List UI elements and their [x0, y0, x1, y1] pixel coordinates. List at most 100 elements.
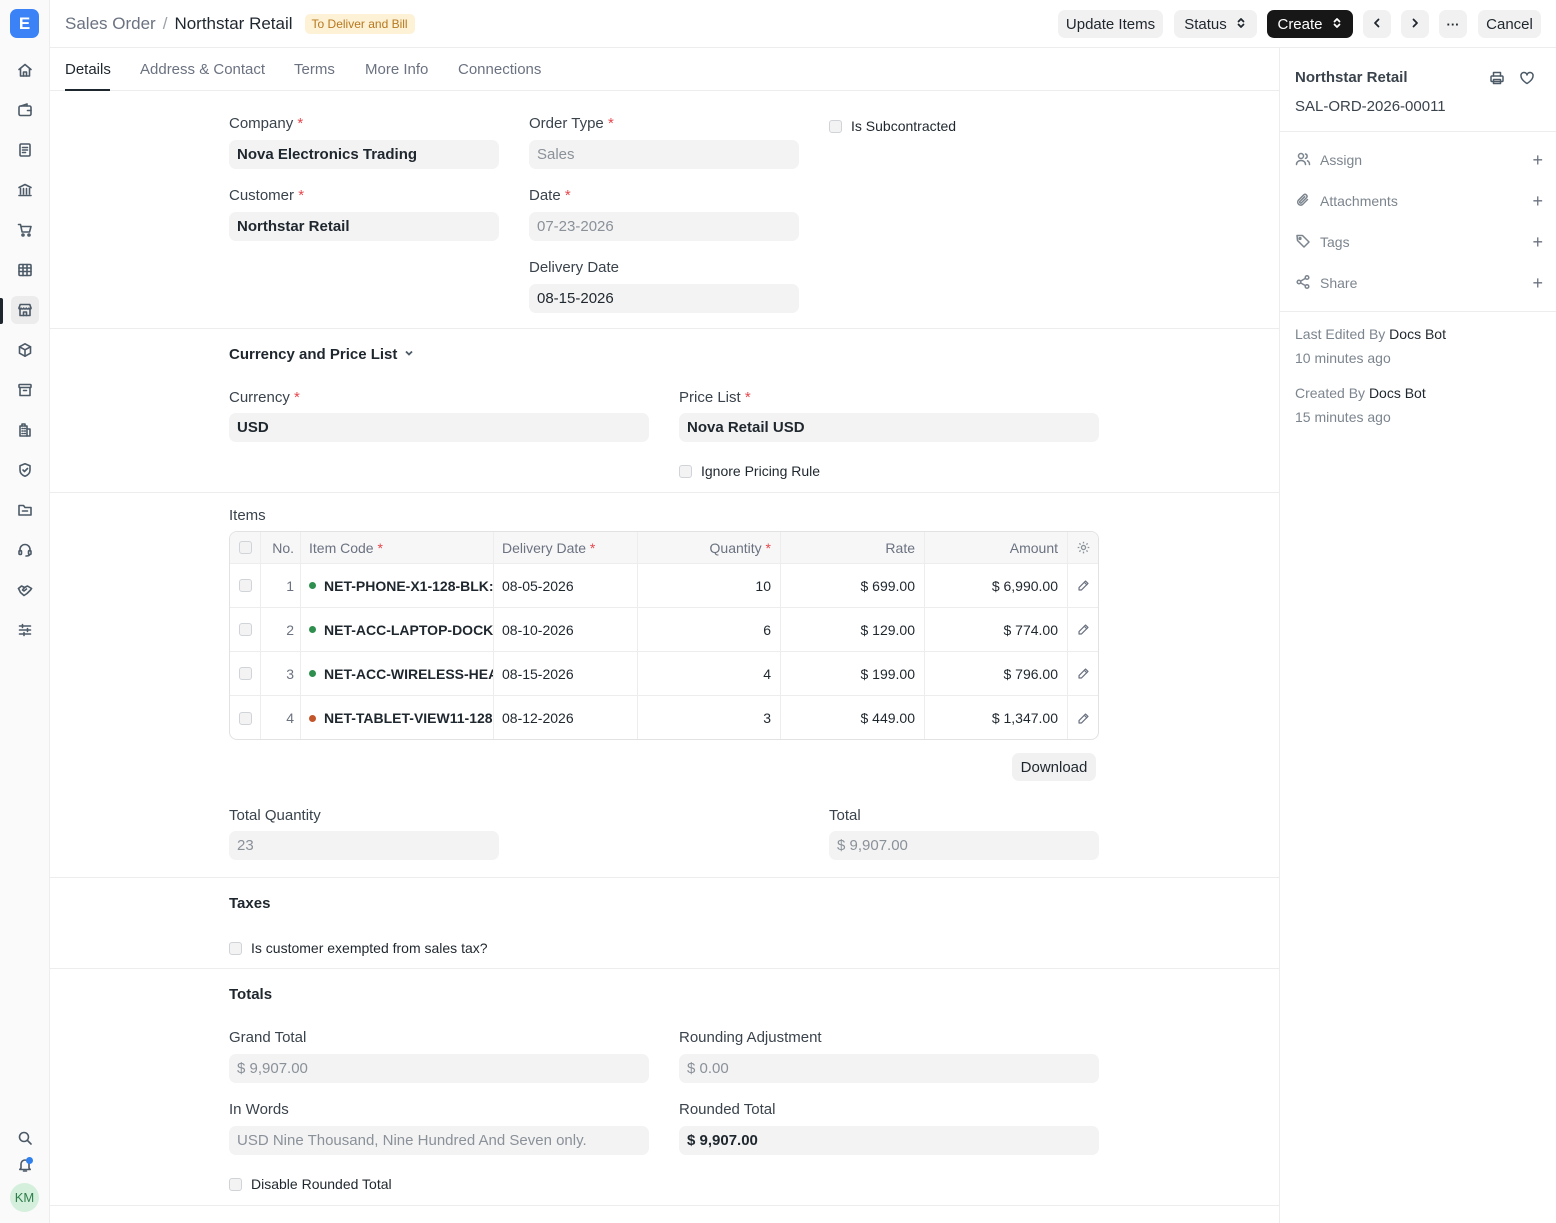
heart-icon[interactable]	[1519, 70, 1537, 88]
tags-row[interactable]: Tags +	[1295, 231, 1543, 253]
last-edited-user[interactable]: Docs Bot	[1389, 326, 1446, 342]
table-row[interactable]: 4 NET-TABLET-VIEW11-128- 08-12-2026 3 $ 449.…	[230, 696, 1098, 739]
in-words-field: USD Nine Thousand, Nine Hundred And Seve…	[229, 1126, 649, 1155]
section-divider	[50, 492, 1279, 493]
cell-delivery-date[interactable]: 08-12-2026	[494, 696, 638, 739]
bank-icon[interactable]	[11, 176, 39, 204]
wallet-icon[interactable]	[11, 96, 39, 124]
cell-rate[interactable]: $ 129.00	[781, 608, 925, 651]
search-icon[interactable]	[11, 1124, 39, 1152]
box-icon[interactable]	[11, 336, 39, 364]
cell-amount[interactable]: $ 796.00	[925, 652, 1068, 695]
currency-section-toggle[interactable]: Currency and Price List	[229, 346, 415, 363]
tab-details[interactable]: Details	[65, 61, 111, 78]
headset-icon[interactable]	[11, 536, 39, 564]
cancel-button[interactable]: Cancel	[1478, 10, 1541, 38]
row-select-checkbox[interactable]	[238, 579, 252, 592]
row-select-checkbox[interactable]	[238, 623, 252, 636]
notification-dot	[26, 1157, 33, 1164]
previous-record-button[interactable]	[1363, 10, 1391, 38]
date-field[interactable]: 07-23-2026	[529, 212, 799, 241]
cell-rate[interactable]: $ 449.00	[781, 696, 925, 739]
add-tag-plus-icon[interactable]: +	[1532, 233, 1543, 251]
table-row[interactable]: 3 NET-ACC-WIRELESS-HEA 08-15-2026 4 $ 199.00…	[230, 652, 1098, 696]
cart-icon[interactable]	[11, 216, 39, 244]
edit-row-pencil-icon[interactable]	[1068, 652, 1098, 695]
home-icon[interactable]	[11, 56, 39, 84]
tab-connections[interactable]: Connections	[458, 61, 541, 78]
cell-item-code[interactable]: NET-ACC-LAPTOP-DOCK	[301, 608, 494, 651]
document-sidebar: Northstar Retail SAL-ORD-2026-00011 Assi…	[1279, 48, 1556, 1223]
checkbox-box[interactable]	[829, 119, 842, 133]
cell-amount[interactable]: $ 774.00	[925, 608, 1068, 651]
status-dropdown-button[interactable]: Status	[1174, 10, 1257, 38]
ignore-pricing-rule-label: Ignore Pricing Rule	[701, 463, 821, 479]
table-row[interactable]: 2 NET-ACC-LAPTOP-DOCK 08-10-2026 6 $ 129.00 $…	[230, 608, 1098, 652]
bell-icon[interactable]	[11, 1151, 39, 1179]
disable-rounded-total-checkbox[interactable]: Disable Rounded Total	[229, 1176, 392, 1192]
file-text-icon[interactable]	[11, 136, 39, 164]
cell-amount[interactable]: $ 1,347.00	[925, 696, 1068, 739]
avatar[interactable]: KM	[10, 1183, 39, 1212]
cell-quantity[interactable]: 10	[638, 564, 781, 607]
cell-item-code[interactable]: NET-TABLET-VIEW11-128-	[301, 696, 494, 739]
cell-item-code[interactable]: NET-ACC-WIRELESS-HEA	[301, 652, 494, 695]
created-user[interactable]: Docs Bot	[1369, 385, 1426, 401]
edit-row-pencil-icon[interactable]	[1068, 608, 1098, 651]
column-settings-gear-icon[interactable]	[1068, 532, 1098, 563]
cell-item-code[interactable]: NET-PHONE-X1-128-BLK:	[301, 564, 494, 607]
breadcrumb-parent[interactable]: Sales Order	[65, 14, 156, 34]
shield-icon[interactable]	[11, 456, 39, 484]
row-select-checkbox[interactable]	[238, 667, 252, 680]
app-logo[interactable]: E	[10, 9, 39, 38]
update-items-button[interactable]: Update Items	[1058, 10, 1163, 38]
table-icon[interactable]	[11, 256, 39, 284]
row-select-checkbox[interactable]	[238, 711, 252, 725]
currency-field[interactable]: USD	[229, 413, 649, 442]
next-record-button[interactable]	[1401, 10, 1429, 38]
select-all-checkbox[interactable]	[238, 541, 252, 554]
checkbox-box[interactable]	[679, 464, 692, 478]
printer-icon[interactable]	[1489, 70, 1507, 88]
cell-quantity[interactable]: 3	[638, 696, 781, 739]
store-icon[interactable]	[11, 296, 39, 324]
tab-address-contact[interactable]: Address & Contact	[140, 61, 265, 78]
cell-delivery-date[interactable]: 08-10-2026	[494, 608, 638, 651]
building-icon[interactable]	[11, 416, 39, 444]
folder-icon[interactable]	[11, 496, 39, 524]
cell-quantity[interactable]: 6	[638, 608, 781, 651]
cell-quantity[interactable]: 4	[638, 652, 781, 695]
create-dropdown-button[interactable]: Create	[1267, 10, 1353, 38]
download-button[interactable]: Download	[1012, 753, 1096, 781]
add-assign-plus-icon[interactable]: +	[1532, 151, 1543, 169]
delivery-date-field[interactable]: 08-15-2026	[529, 284, 799, 313]
edit-row-pencil-icon[interactable]	[1068, 564, 1098, 607]
tab-more-info[interactable]: More Info	[365, 61, 428, 78]
archive-icon[interactable]	[11, 376, 39, 404]
ignore-pricing-rule-checkbox[interactable]: Ignore Pricing Rule	[679, 463, 820, 479]
checkbox-box[interactable]	[229, 1177, 242, 1191]
cell-delivery-date[interactable]: 08-05-2026	[494, 564, 638, 607]
is-subcontracted-checkbox[interactable]: Is Subcontracted	[829, 118, 956, 134]
more-options-button[interactable]: ···	[1439, 10, 1467, 38]
customer-field[interactable]: Northstar Retail	[229, 212, 499, 241]
table-row[interactable]: 1 NET-PHONE-X1-128-BLK: 08-05-2026 10 $ 699.…	[230, 564, 1098, 608]
cell-rate[interactable]: $ 699.00	[781, 564, 925, 607]
tax-exempt-checkbox[interactable]: Is customer exempted from sales tax?	[229, 940, 488, 956]
handshake-icon[interactable]	[11, 576, 39, 604]
price-list-field[interactable]: Nova Retail USD	[679, 413, 1099, 442]
assign-row[interactable]: Assign +	[1295, 149, 1543, 171]
attachments-row[interactable]: Attachments +	[1295, 190, 1543, 212]
cell-amount[interactable]: $ 6,990.00	[925, 564, 1068, 607]
tab-terms[interactable]: Terms	[294, 61, 335, 78]
add-share-plus-icon[interactable]: +	[1532, 274, 1543, 292]
add-attachment-plus-icon[interactable]: +	[1532, 192, 1543, 210]
checkbox-box[interactable]	[229, 941, 242, 955]
company-field[interactable]: Nova Electronics Trading	[229, 140, 499, 169]
edit-row-pencil-icon[interactable]	[1068, 696, 1098, 739]
order-type-field[interactable]: Sales	[529, 140, 799, 169]
sliders-icon[interactable]	[11, 616, 39, 644]
share-row[interactable]: Share +	[1295, 272, 1543, 294]
cell-delivery-date[interactable]: 08-15-2026	[494, 652, 638, 695]
cell-rate[interactable]: $ 199.00	[781, 652, 925, 695]
